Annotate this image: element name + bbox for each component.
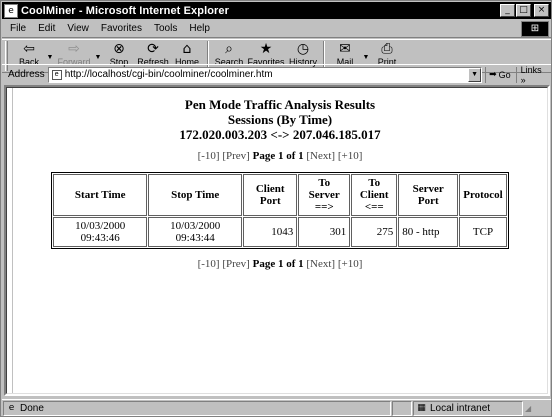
print-icon: ⎙ [381, 41, 393, 57]
pager-next-link[interactable]: [Next] [306, 258, 335, 270]
forward-arrow-icon: ⇨ [68, 41, 80, 57]
pager-next-link[interactable]: [Next] [306, 150, 335, 162]
page-done-icon: e [8, 403, 15, 413]
report-page: Pen Mode Traffic Analysis Results Sessio… [14, 87, 546, 270]
links-button[interactable]: Links » [515, 65, 551, 85]
cell-client-port: 1043 [243, 217, 298, 247]
mail-icon: ✉ [339, 41, 351, 57]
sessions-table: Start Time Stop Time Client Port To Serv… [51, 172, 509, 249]
col-to-client: To Client <== [351, 174, 398, 216]
history-icon: ◷ [296, 41, 310, 57]
address-value[interactable]: http://localhost/cgi-bin/coolminer/coolm… [65, 69, 273, 80]
search-icon: ⌕ [225, 41, 233, 57]
close-button[interactable]: × [534, 4, 549, 17]
menu-favorites[interactable]: Favorites [95, 23, 148, 34]
col-server-port: Server Port [398, 174, 459, 216]
favorites-icon: ★ [259, 41, 273, 57]
menu-edit[interactable]: Edit [32, 23, 61, 34]
cell-start-time: 10/03/2000 09:43:46 [53, 217, 148, 247]
status-panel-main: e Done [3, 401, 391, 416]
windows-throbber-icon: ⊞ [521, 21, 549, 37]
web-content-pane[interactable]: Pen Mode Traffic Analysis Results Sessio… [4, 85, 550, 396]
menu-tools[interactable]: Tools [148, 23, 183, 34]
go-arrow-icon: ➡ [489, 69, 497, 80]
menu-bar: File Edit View Favorites Tools Help ⊞ [2, 20, 551, 38]
pager-bottom: [-10] [Prev] Page 1 of 1 [Next] [+10] [14, 258, 546, 270]
status-panel-blank [392, 401, 412, 416]
minimize-button[interactable]: _ [500, 4, 515, 17]
pager-prev-link[interactable]: [Prev] [222, 150, 250, 162]
cell-to-client: 275 [351, 217, 398, 247]
report-subtitle: Sessions (By Time) [227, 112, 333, 127]
zone-text: Local intranet [430, 403, 491, 414]
menu-file[interactable]: File [2, 23, 32, 34]
browser-window: e CoolMiner - Microsoft Internet Explore… [0, 0, 552, 417]
address-label: Address [8, 69, 45, 80]
page-icon: e [51, 69, 62, 80]
resize-grip-icon[interactable]: ◢ [525, 403, 537, 415]
table-row: 10/03/2000 09:43:46 10/03/2000 09:43:44 … [53, 217, 507, 247]
col-start-time: Start Time [53, 174, 148, 216]
title-bar[interactable]: e CoolMiner - Microsoft Internet Explore… [2, 2, 551, 19]
pager-first-link[interactable]: [-10] [198, 258, 220, 270]
pager-current: Page 1 of 1 [252, 150, 304, 162]
status-text: Done [20, 403, 44, 414]
cell-stop-time: 10/03/2000 09:43:44 [148, 217, 243, 247]
col-stop-time: Stop Time [148, 174, 243, 216]
status-bar: e Done ▦ Local intranet ◢ [2, 399, 551, 417]
col-protocol: Protocol [459, 174, 507, 216]
pager-top: [-10] [Prev] Page 1 of 1 [Next] [+10] [14, 150, 546, 162]
pager-prev-link[interactable]: [Prev] [222, 258, 250, 270]
pager-first-link[interactable]: [-10] [198, 150, 220, 162]
window-controls: _ □ × [499, 4, 549, 17]
status-panel-zone: ▦ Local intranet [413, 401, 523, 416]
cell-protocol: TCP [459, 217, 507, 247]
cell-to-server: 301 [298, 217, 351, 247]
address-bar: Address e http://localhost/cgi-bin/coolm… [2, 64, 551, 85]
menu-view[interactable]: View [61, 23, 95, 34]
col-to-server: To Server ==> [298, 174, 351, 216]
content-left-gutter [7, 88, 13, 393]
ie-page-icon[interactable]: e [4, 3, 18, 18]
address-dropdown-icon[interactable]: ▼ [468, 67, 482, 82]
go-label: Go [498, 69, 511, 80]
table-header-row: Start Time Stop Time Client Port To Serv… [53, 174, 507, 216]
col-client-port: Client Port [243, 174, 298, 216]
intranet-zone-icon: ▦ [417, 403, 426, 413]
back-arrow-icon: ⇦ [23, 41, 35, 57]
cell-server-port: 80 - http [398, 217, 459, 247]
pager-last-link[interactable]: [+10] [338, 150, 363, 162]
menu-help[interactable]: Help [183, 23, 216, 34]
stop-icon: ⊗ [113, 41, 125, 57]
window-title: CoolMiner - Microsoft Internet Explorer [21, 4, 230, 17]
maximize-button[interactable]: □ [516, 4, 531, 17]
go-button[interactable]: ➡ Go [485, 66, 514, 83]
address-input[interactable]: e http://localhost/cgi-bin/coolminer/coo… [47, 66, 483, 83]
report-hosts: 172.020.003.203 <-> 207.046.185.017 [179, 127, 381, 142]
report-title: Pen Mode Traffic Analysis Results [184, 97, 376, 112]
pager-last-link[interactable]: [+10] [338, 258, 363, 270]
pager-current: Page 1 of 1 [252, 258, 304, 270]
refresh-icon: ⟳ [147, 41, 159, 57]
home-icon: ⌂ [182, 41, 192, 57]
